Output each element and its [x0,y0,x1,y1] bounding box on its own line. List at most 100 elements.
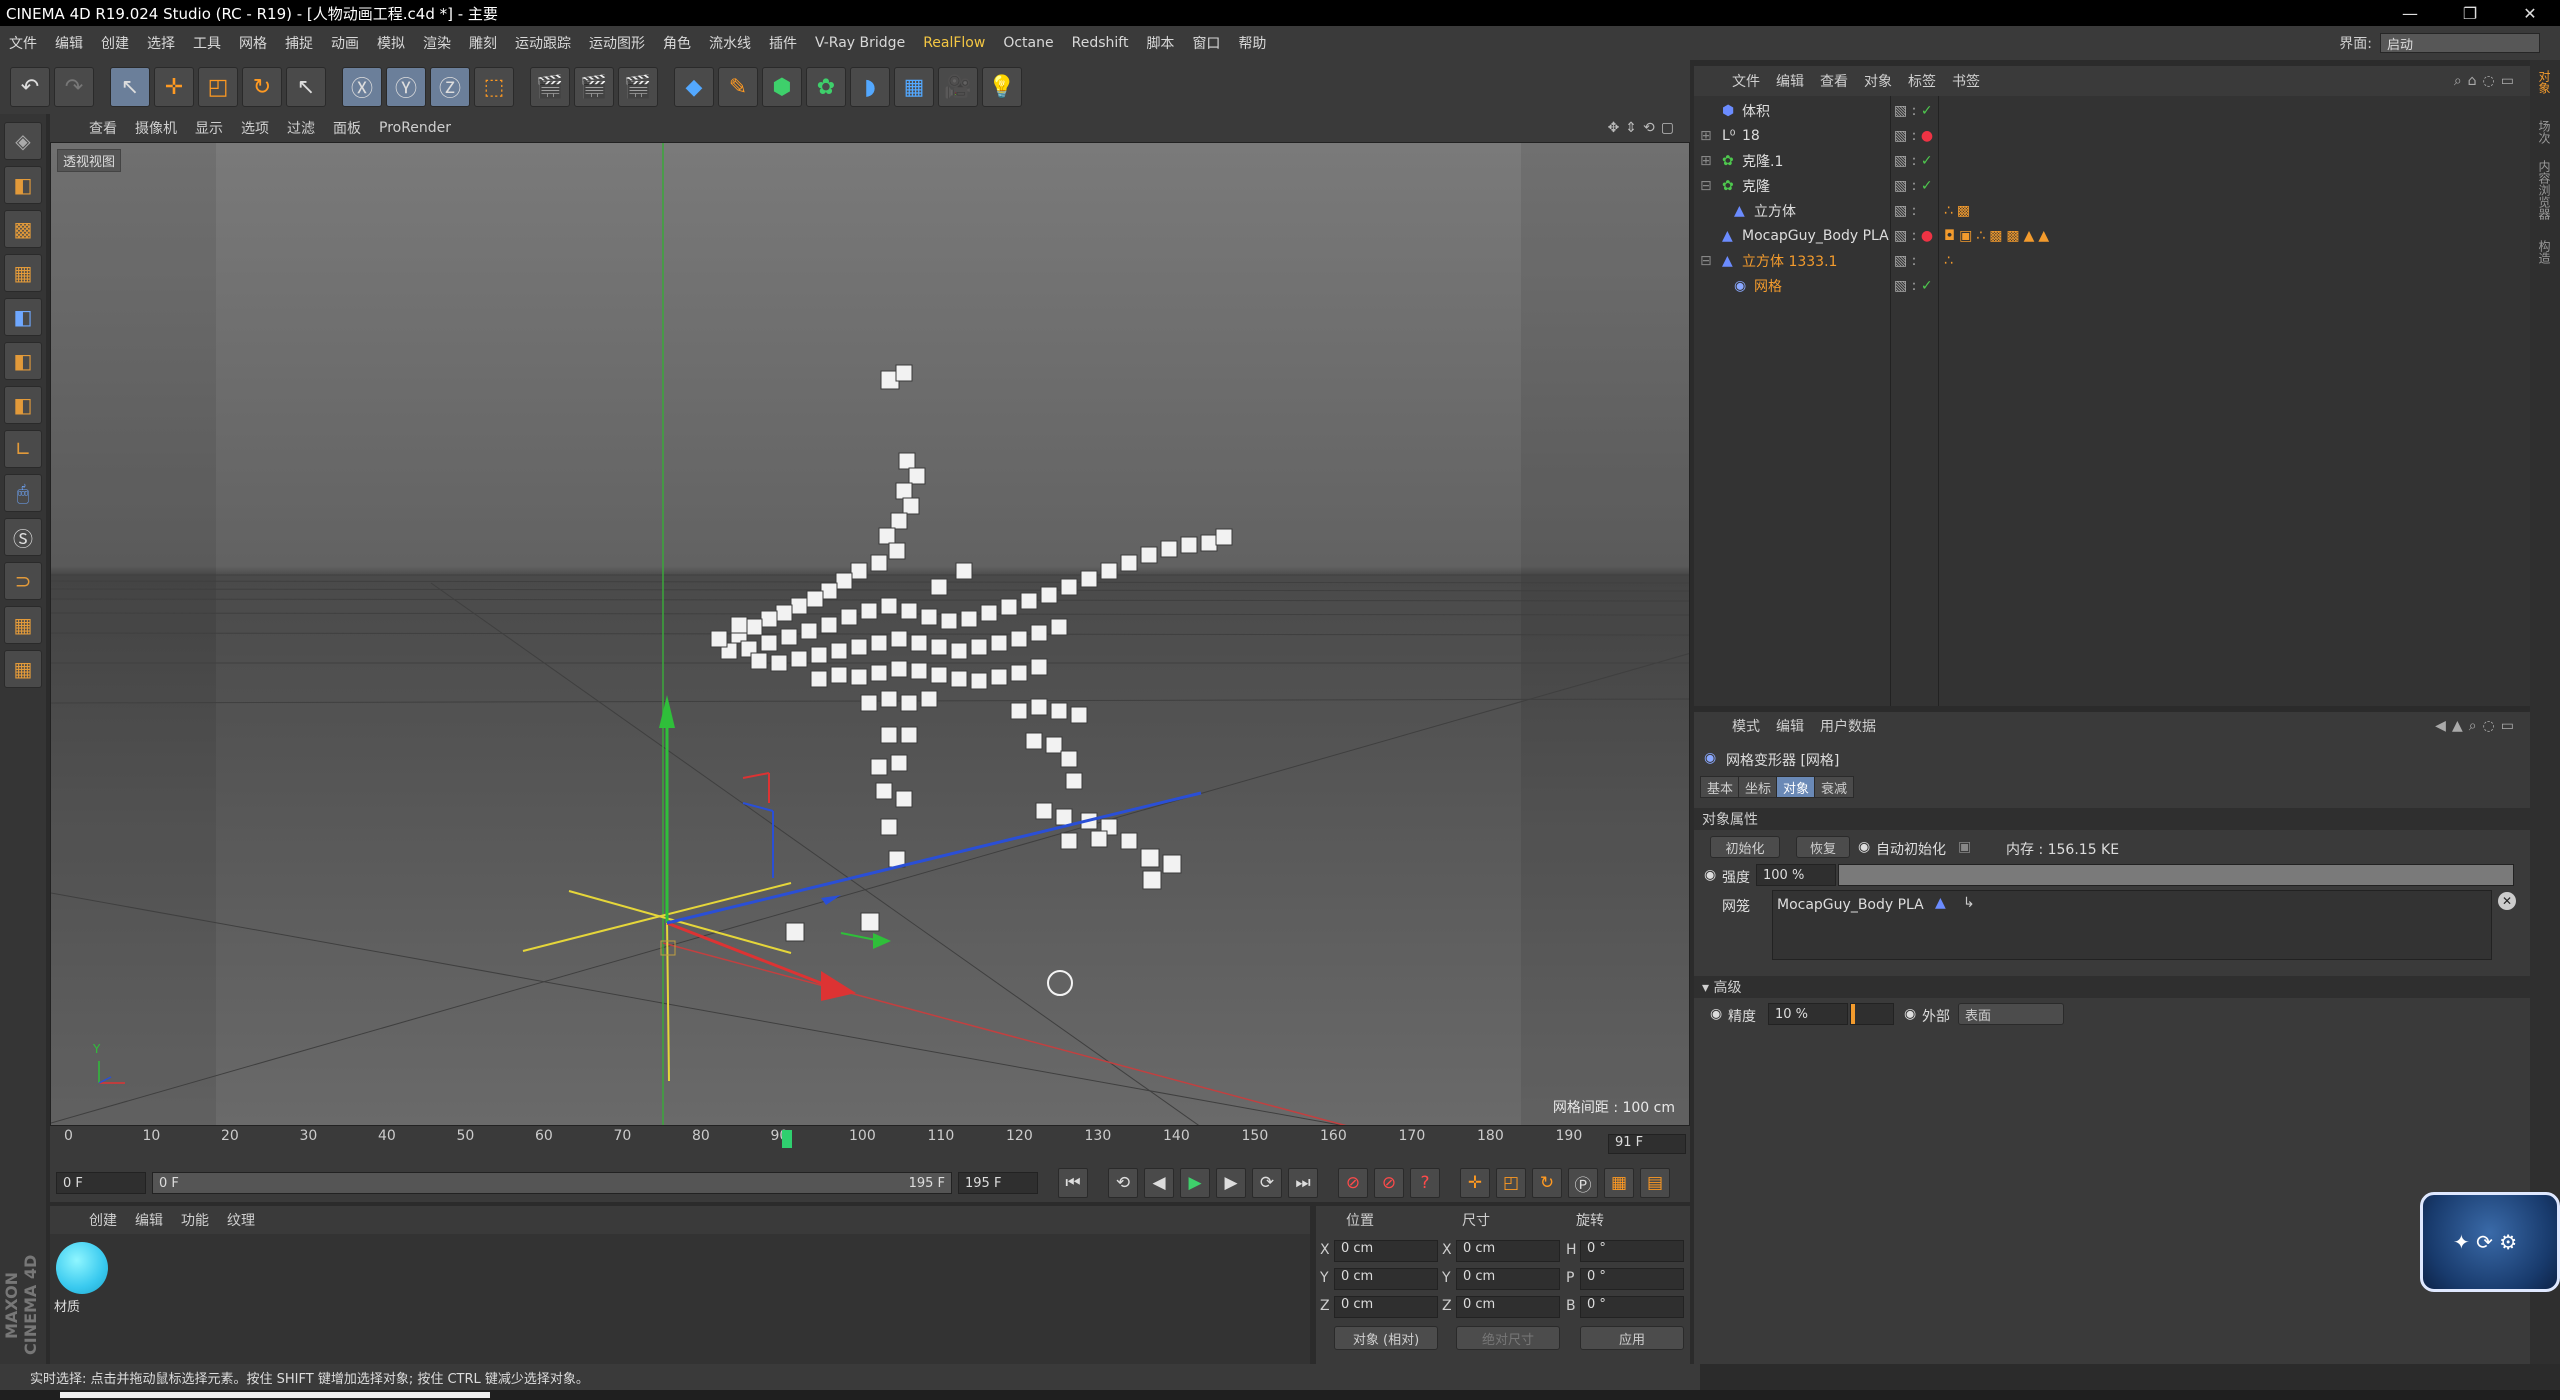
auto-init-checkbox[interactable]: ▣ [1958,839,1971,855]
strength-slider[interactable] [1838,864,2514,886]
am-menu-userdata[interactable]: 用户数据 [1812,716,1884,736]
restore-button[interactable]: 恢复 [1796,836,1850,858]
mat-menu-edit[interactable]: 编辑 [126,1210,172,1230]
menu-octane[interactable]: Octane [994,35,1062,51]
menu-tools[interactable]: 工具 [184,33,230,53]
object-row[interactable]: ⊞ ✿ 克隆.1 ▧ : ✓ [1694,148,2530,173]
menu-edit[interactable]: 编辑 [46,33,92,53]
tweak-icon[interactable]: 🖱 [4,474,42,512]
om-menu-tags[interactable]: 标签 [1900,71,1944,91]
clear-link-icon[interactable]: ✕ [2498,892,2516,910]
visibility-check-icon[interactable]: ▧ : ✓ [1894,278,1933,294]
mesh-cage-link-field[interactable]: MocapGuy_Body PLA ▲ ↳ [1772,890,2492,960]
menu-mograph[interactable]: 运动图形 [580,33,654,53]
initialize-button[interactable]: 初始化 [1710,836,1780,858]
key-scale-icon[interactable]: ◰ [1496,1168,1526,1198]
object-tags[interactable]: ∴▩ [1944,203,1974,219]
key-rotation-icon[interactable]: ↻ [1532,1168,1562,1198]
menu-script[interactable]: 脚本 [1137,33,1183,53]
record-keys-icon[interactable]: ⊘ [1338,1168,1368,1198]
cube-icon[interactable]: ◆ [674,67,714,107]
menu-plugins[interactable]: 插件 [760,33,806,53]
menu-sculpt[interactable]: 雕刻 [460,33,506,53]
om-menu-view[interactable]: 查看 [1812,71,1856,91]
position-y-field[interactable]: 0 cm [1334,1268,1438,1290]
outside-radio[interactable]: ◉ [1904,1006,1916,1022]
rotation-p-field[interactable]: 0 ° [1580,1268,1684,1290]
side-tab-content-browser[interactable]: 内容浏览器 [2536,160,2553,220]
play-icon[interactable]: ▶ [1180,1168,1210,1198]
floating-widget-icon[interactable]: ✦ ⟳ ⚙ [2420,1192,2560,1292]
polygons-mode-icon[interactable]: ◧ [4,386,42,424]
pen-spline-icon[interactable]: ✎ [718,67,758,107]
apply-button[interactable]: 应用 [1580,1326,1684,1350]
prev-key-icon[interactable]: ⟲ [1108,1168,1138,1198]
vp-menu-camera[interactable]: 摄像机 [126,118,186,138]
am-menu-mode[interactable]: 模式 [1724,716,1768,736]
points-mode-icon[interactable]: ◧ [4,298,42,336]
size-mode-dropdown[interactable]: 绝对尺寸 [1456,1326,1560,1350]
tab-coord[interactable]: 坐标 [1738,776,1779,798]
tab-basic[interactable]: 基本 [1700,776,1741,798]
position-z-field[interactable]: 0 cm [1334,1296,1438,1318]
y-axis-icon[interactable]: Ⓨ [386,67,426,107]
timeline-window-icon[interactable]: ▤ [1640,1168,1670,1198]
recent-tool-icon[interactable]: ↖ [286,67,326,107]
camera-icon[interactable]: 🎥 [938,67,978,107]
menu-character[interactable]: 角色 [654,33,700,53]
outside-dropdown[interactable]: 表面 [1958,1003,2064,1025]
coord-mode-dropdown[interactable]: 对象 (相对) [1334,1326,1438,1350]
strength-field[interactable]: 100 % [1756,864,1836,886]
menu-simulate[interactable]: 模拟 [368,33,414,53]
maximize-button[interactable]: ❐ [2440,4,2500,23]
go-to-end-icon[interactable]: ⏭ [1288,1168,1318,1198]
section-advanced[interactable]: ▾ 高级 [1694,976,2530,998]
rotation-h-field[interactable]: 0 ° [1580,1240,1684,1262]
material-swatch[interactable] [56,1242,108,1294]
size-y-field[interactable]: 0 cm [1456,1268,1560,1290]
link-arrow-icon[interactable]: ↳ [1963,895,1975,911]
object-row[interactable]: ◉ 网格 ▧ : ✓ [1694,273,2530,298]
floor-icon[interactable]: ▦ [894,67,934,107]
menu-snap[interactable]: 捕捉 [276,33,322,53]
next-frame-icon[interactable]: ▶ [1216,1168,1246,1198]
tab-object[interactable]: 对象 [1776,776,1817,798]
om-menu-objects[interactable]: 对象 [1856,71,1900,91]
tab-falloff[interactable]: 衰减 [1814,776,1855,798]
timeline-ruler[interactable]: 0 10 20 30 40 50 60 70 80 90 100 110 120 130 140 150 160… [50,1126,1690,1164]
menu-animate[interactable]: 动画 [322,33,368,53]
menu-pipeline[interactable]: 流水线 [700,33,760,53]
menu-vray[interactable]: V-Ray Bridge [806,35,914,51]
om-menu-bookmarks[interactable]: 书签 [1944,71,1988,91]
magnet-icon[interactable]: ⊃ [4,562,42,600]
visibility-check-icon[interactable]: ▧ : ● [1894,228,1933,244]
object-row[interactable]: ▲ MocapGuy_Body PLA ▧ : ● ◘▣∴▩▩▲▲ [1694,223,2530,248]
start-frame-field[interactable]: 0 F [56,1172,146,1194]
menu-mesh[interactable]: 网格 [230,33,276,53]
visibility-check-icon[interactable]: ▧ : [1894,203,1916,219]
position-x-field[interactable]: 0 cm [1334,1240,1438,1262]
object-row[interactable]: ▲ 立方体 ▧ : ∴▩ [1694,198,2530,223]
go-to-start-icon[interactable]: ⏮ [1058,1168,1088,1198]
object-row[interactable]: ⊞ L⁰ 18 ▧ : ● [1694,123,2530,148]
redo-icon[interactable]: ↷ [54,67,94,107]
rotate-icon[interactable]: ↻ [242,67,282,107]
vp-menu-prorender[interactable]: ProRender [370,120,460,136]
visibility-check-icon[interactable]: ▧ : ✓ [1894,103,1933,119]
visibility-check-icon[interactable]: ▧ : ✓ [1894,178,1933,194]
end-frame-field[interactable]: 195 F [958,1172,1038,1194]
auto-init-radio[interactable]: ◉ [1858,839,1870,855]
mat-menu-texture[interactable]: 纹理 [218,1210,264,1230]
visibility-check-icon[interactable]: ▧ : ● [1894,128,1933,144]
om-menu-file[interactable]: 文件 [1724,71,1768,91]
size-z-field[interactable]: 0 cm [1456,1296,1560,1318]
render-view-icon[interactable]: 🎬 [530,67,570,107]
auto-key-icon[interactable]: ⊘ [1374,1168,1404,1198]
deformer-icon[interactable]: ◗ [850,67,890,107]
side-tab-objects[interactable]: 对象 [2536,70,2553,94]
planar-workplane-icon[interactable]: ▦ [4,650,42,688]
size-x-field[interactable]: 0 cm [1456,1240,1560,1262]
texture-mode-icon[interactable]: ▩ [4,210,42,248]
undo-icon[interactable]: ↶ [10,67,50,107]
vp-menu-view[interactable]: 查看 [80,118,126,138]
